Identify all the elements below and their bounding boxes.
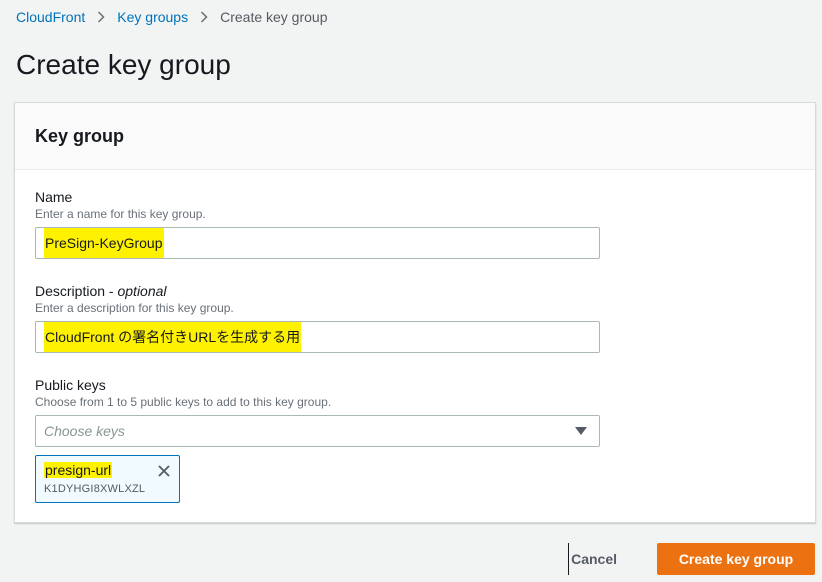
create-key-group-button[interactable]: Create key group (657, 543, 815, 575)
panel-title: Key group (35, 126, 125, 146)
selected-key-token: presign-url K1DYHGI8XWLXZL (35, 455, 180, 503)
name-label: Name (35, 189, 73, 205)
description-input-value: CloudFront の署名付きURLを生成する用 (44, 322, 302, 352)
chevron-right-icon (97, 11, 105, 23)
description-input[interactable]: CloudFront の署名付きURLを生成する用 (35, 321, 600, 353)
public-keys-description: Choose from 1 to 5 public keys to add to… (35, 395, 332, 409)
page-title: Create key group (16, 49, 231, 80)
caret-down-icon (575, 427, 587, 435)
cancel-button[interactable]: Cancel (568, 543, 629, 575)
public-keys-placeholder: Choose keys (44, 423, 125, 439)
name-description: Enter a name for this key group. (35, 207, 206, 221)
name-input[interactable]: PreSign-KeyGroup (35, 227, 600, 259)
breadcrumb-cloudfront-link[interactable]: CloudFront (16, 9, 85, 25)
breadcrumb: CloudFront Key groups Create key group (16, 8, 328, 26)
form-actions: Cancel Create key group (568, 543, 815, 575)
name-input-value: PreSign-KeyGroup (44, 228, 164, 258)
selected-key-name: presign-url (44, 462, 113, 478)
breadcrumb-current: Create key group (220, 9, 328, 25)
selected-key-id: K1DYHGI8XWLXZL (44, 483, 146, 495)
public-keys-field: Public keys Choose from 1 to 5 public ke… (35, 376, 600, 447)
public-keys-label: Public keys (35, 377, 106, 393)
close-icon[interactable] (157, 464, 171, 478)
description-field: Description - optional Enter a descripti… (35, 282, 600, 353)
panel-header: Key group (15, 103, 815, 170)
description-label: Description - optional (35, 283, 167, 299)
description-help: Enter a description for this key group. (35, 301, 234, 315)
key-group-panel: Key group Name Enter a name for this key… (14, 102, 816, 523)
chevron-right-icon (200, 11, 208, 23)
public-keys-select[interactable]: Choose keys (35, 415, 600, 447)
breadcrumb-key-groups-link[interactable]: Key groups (117, 9, 188, 25)
name-field: Name Enter a name for this key group. Pr… (35, 188, 600, 259)
optional-label: optional (117, 283, 167, 299)
